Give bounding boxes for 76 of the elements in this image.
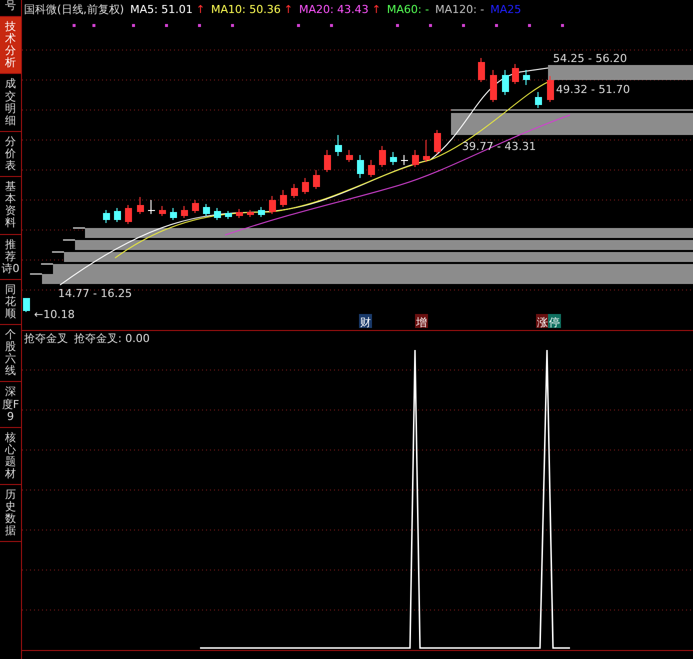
indicator-reading: 抢夺金叉: 0.00 <box>74 331 150 345</box>
signal-mark <box>231 24 234 27</box>
candlestick <box>423 140 430 162</box>
candlestick <box>523 70 530 86</box>
signal-mark <box>297 24 300 27</box>
candlestick <box>490 70 497 102</box>
candlestick <box>379 146 386 168</box>
signal-mark <box>132 24 135 27</box>
candlestick <box>401 154 408 166</box>
candlestick <box>547 76 554 102</box>
candlestick <box>214 208 221 220</box>
up-arrow: ↑ <box>284 2 293 16</box>
candlestick <box>302 178 309 194</box>
signal-mark <box>72 24 76 27</box>
event-marker: 涨 <box>537 316 548 329</box>
candlestick <box>269 196 276 214</box>
signal-mark <box>561 24 564 27</box>
signal-mark <box>330 24 333 27</box>
candlestick <box>412 150 419 168</box>
candlestick <box>137 196 144 214</box>
candlestick <box>280 190 287 208</box>
candlestick <box>236 208 243 218</box>
candlestick <box>335 134 342 156</box>
price-range-label: 14.77 - 16.25 <box>58 287 132 300</box>
signal-mark <box>528 24 531 27</box>
indicator-name: 抢夺金叉 <box>24 331 68 345</box>
candlestick <box>125 204 132 224</box>
moving-average-value: MA20: 43.43 <box>298 2 369 16</box>
signal-mark <box>429 24 432 27</box>
candlestick <box>291 184 298 198</box>
price-range-label: 39.77 - 43.31 <box>462 140 536 153</box>
event-marker: 增 <box>416 316 427 329</box>
event-marker: 财 <box>360 316 371 329</box>
signal-mark <box>462 24 465 27</box>
up-arrow: ↑ <box>372 2 381 16</box>
candlestick <box>203 204 210 216</box>
stock-title: 国科微(日线,前复权) <box>24 2 124 16</box>
moving-average-value: MA10: 50.36 <box>211 2 281 16</box>
candlestick <box>23 298 30 312</box>
price-range-label: 54.25 - 56.20 <box>553 52 627 65</box>
candlestick <box>247 210 254 218</box>
candlestick <box>357 154 364 178</box>
candlestick <box>103 210 110 224</box>
side-tab[interactable]: 号 <box>0 0 21 18</box>
candlestick <box>390 152 397 166</box>
moving-average-value: MA60: - <box>386 2 430 16</box>
candlestick <box>192 200 199 214</box>
candlestick <box>502 70 509 96</box>
signal-mark <box>396 24 399 27</box>
candlestick <box>324 150 331 172</box>
candlestick <box>181 206 188 218</box>
candlestick <box>346 150 353 162</box>
candlestick <box>313 170 320 190</box>
candlestick <box>478 58 485 82</box>
candlestick <box>258 206 265 218</box>
event-marker: 停 <box>549 316 560 329</box>
signal-mark <box>495 24 498 27</box>
signal-mark <box>165 24 168 27</box>
candlestick <box>434 130 441 154</box>
candlestick <box>159 206 166 216</box>
candlestick <box>114 208 121 222</box>
candlestick <box>512 64 519 84</box>
candlestick <box>368 160 375 178</box>
candlestick <box>225 210 232 220</box>
signal-mark <box>92 24 96 27</box>
moving-average-value: MA5: 51.01 <box>130 2 193 16</box>
side-tab[interactable]: 技术分析 <box>0 17 21 74</box>
candlestick <box>535 92 542 108</box>
price-range-label: 49.32 - 51.70 <box>556 83 630 96</box>
moving-average-value: MA120: - <box>435 2 484 16</box>
low-price-label: ←10.18 <box>34 308 75 321</box>
signal-mark <box>198 24 201 27</box>
candlestick <box>170 208 177 220</box>
up-arrow: ↑ <box>196 2 206 16</box>
candlestick <box>148 200 155 214</box>
moving-average-value: MA25 <box>490 2 522 16</box>
